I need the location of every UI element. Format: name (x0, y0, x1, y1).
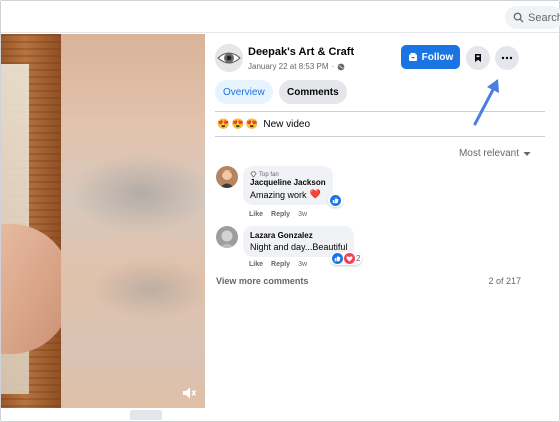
heart-emoji: ❤️ (309, 189, 321, 199)
diamond-icon (250, 171, 257, 178)
eye-logo-icon (215, 44, 243, 72)
sort-label: Most relevant (458, 148, 519, 159)
tab-overview[interactable]: Overview (215, 80, 273, 104)
caret-down-icon (523, 151, 531, 156)
comment-bubble: Top fan Jacqueline Jackson Amazing work … (243, 166, 333, 205)
top-fan-badge: Top fan (250, 171, 326, 178)
comment-age[interactable]: 3w (298, 211, 307, 218)
caption-emoji-3: 😍 (245, 119, 259, 130)
avatar[interactable] (216, 166, 238, 188)
post-caption: 😍 😍 😍 New video (217, 119, 310, 130)
annotation-arrow-icon (473, 79, 499, 126)
love-reaction-icon (344, 253, 355, 264)
comment-body: Night and day...Beautiful (250, 242, 347, 252)
comment-author[interactable]: Lazara Gonzalez (250, 231, 347, 240)
avatar[interactable] (216, 226, 238, 248)
comment-age[interactable]: 3w (298, 261, 307, 268)
like-reaction-icon (332, 253, 343, 264)
comment-actions: Like Reply 3w (249, 211, 307, 218)
reaction-count: 2 (356, 254, 361, 263)
view-more-comments-link[interactable]: View more comments (216, 276, 308, 286)
like-link[interactable]: Like (249, 211, 263, 218)
bookmark-icon (475, 54, 481, 62)
comment-actions: Like Reply 3w (249, 261, 307, 268)
top-bar: Search (1, 1, 560, 33)
badge-label: Top fan (259, 171, 279, 178)
caption-text: New video (263, 119, 311, 130)
reaction-summary[interactable]: 2 (330, 252, 363, 265)
like-link[interactable]: Like (249, 261, 263, 268)
horizontal-scrollbar[interactable] (130, 410, 162, 420)
video-frame-blur (61, 34, 205, 408)
save-button[interactable] (466, 46, 490, 70)
follow-label: Follow (421, 51, 454, 63)
video-player[interactable] (1, 34, 205, 408)
more-options-button[interactable] (495, 46, 519, 70)
comments-footer: View more comments 2 of 217 (216, 276, 521, 286)
search-label: Search (528, 11, 560, 24)
comment-text: Amazing work (250, 189, 307, 200)
search-button[interactable]: Search (505, 6, 560, 29)
comment-author[interactable]: Jacqueline Jackson (250, 178, 326, 187)
post-timestamp: January 22 at 8:53 PM · (248, 62, 345, 71)
caption-emoji-2: 😍 (231, 119, 244, 130)
follow-page-icon (408, 53, 417, 61)
reaction-summary[interactable] (328, 194, 343, 207)
page-name[interactable]: Deepak's Art & Craft (248, 46, 354, 58)
comment-count: 2 of 217 (488, 276, 521, 286)
reply-link[interactable]: Reply (271, 211, 290, 218)
page-avatar[interactable] (215, 44, 243, 72)
follow-button[interactable]: Follow (401, 45, 460, 69)
comment-text: Night and day...Beautiful (250, 242, 348, 252)
search-icon (513, 12, 524, 23)
speaker-muted-icon[interactable] (181, 385, 197, 401)
divider (215, 136, 545, 137)
caption-emoji-1: 😍 (217, 119, 230, 130)
comment-body: Amazing work ❤️ (250, 189, 326, 200)
globe-icon (337, 63, 345, 70)
timestamp-text[interactable]: January 22 at 8:53 PM (248, 62, 329, 71)
like-reaction-icon (330, 195, 341, 206)
reply-link[interactable]: Reply (271, 261, 290, 268)
sort-dropdown[interactable]: Most relevant (459, 148, 531, 159)
more-icon (501, 56, 513, 60)
tab-comments[interactable]: Comments (279, 80, 347, 104)
